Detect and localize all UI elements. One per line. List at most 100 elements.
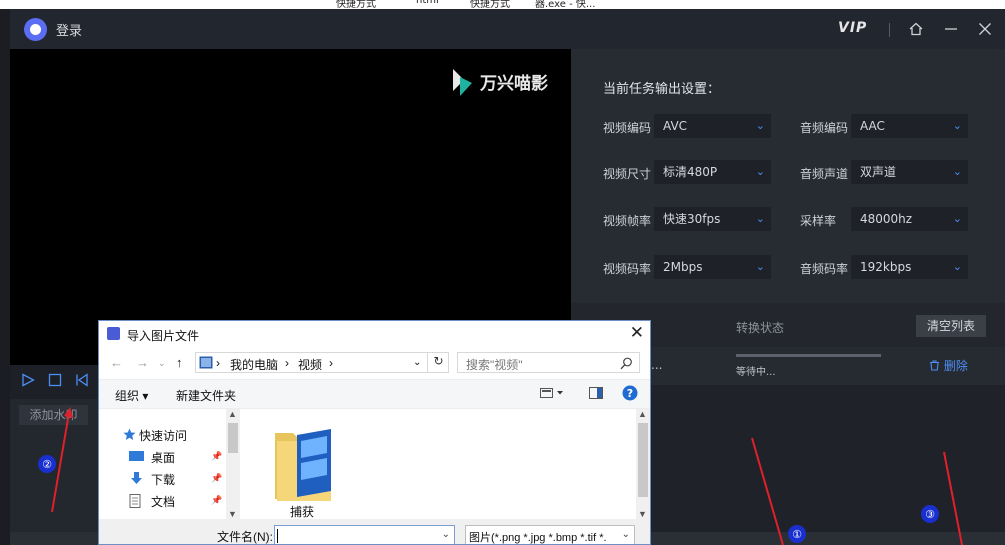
search-placeholder: 搜索"视频" — [466, 358, 523, 372]
audio-bitrate-select[interactable]: 192kbps ⌄ — [851, 255, 968, 279]
app-logo-icon[interactable] — [24, 18, 47, 41]
scroll-up-icon[interactable]: ▲ — [638, 409, 647, 419]
folder-label[interactable]: 捕获 — [290, 503, 314, 520]
video-codec-value: AVC — [663, 119, 688, 133]
chevron-down-icon[interactable]: ⌄ — [442, 529, 450, 540]
new-folder-button[interactable]: 新建文件夹 — [176, 387, 236, 404]
scrollbar-thumb[interactable] — [638, 423, 648, 497]
dialog-toolbar: 组织 ▾ 新建文件夹 ? — [99, 379, 650, 409]
chevron-down-icon: ⌄ — [952, 165, 962, 178]
frame-rate-value: 快速30fps — [663, 212, 721, 226]
minimize-icon[interactable] — [940, 18, 962, 40]
video-codec-select[interactable]: AVC ⌄ — [654, 114, 771, 138]
file-list: 捕获 — [240, 409, 636, 519]
settings-title: 当前任务输出设置： — [603, 82, 721, 97]
star-icon — [123, 428, 138, 440]
chevron-down-icon[interactable]: ⌄ — [413, 357, 421, 368]
add-watermark-button[interactable]: 添加水印 — [19, 405, 88, 425]
chevron-down-icon: ⌄ — [621, 529, 630, 540]
sample-rate-select[interactable]: 48000hz ⌄ — [851, 207, 968, 231]
background-text: 器.exe - 快... — [535, 0, 596, 9]
chevron-down-icon[interactable]: ⌄ — [158, 358, 166, 369]
divider — [889, 23, 890, 37]
trash-icon — [930, 360, 939, 371]
navigation-bar: ← → ⌄ ↑ › 我的电脑 › 视频 › ⌄ ↻ 搜索"视频" — [99, 349, 650, 377]
preview-pane-icon[interactable] — [589, 387, 603, 402]
stop-icon[interactable] — [48, 373, 62, 391]
chevron-down-icon: ⌄ — [755, 260, 765, 273]
breadcrumb-separator: › — [329, 356, 333, 370]
sample-rate-value: 48000hz — [860, 212, 913, 226]
video-bitrate-select[interactable]: 2Mbps ⌄ — [654, 255, 771, 279]
brand-name: 万兴喵影 — [480, 74, 548, 94]
scrollbar-thumb[interactable] — [228, 423, 238, 453]
play-icon[interactable] — [21, 373, 35, 391]
sidebar-item-label: 桌面 — [151, 451, 176, 465]
organize-menu[interactable]: 组织 ▾ — [115, 387, 148, 404]
audio-codec-label: 音频编码 — [800, 121, 849, 135]
search-input[interactable]: 搜索"视频" — [457, 352, 640, 373]
dialog-title-bar: 导入图片文件 ✕ — [99, 321, 650, 347]
address-bar[interactable]: › 我的电脑 › 视频 › ⌄ — [195, 352, 449, 373]
navigation-pane: 快速访问 桌面 下载 文档 📌 📌 📌 — [99, 409, 240, 519]
audio-codec-value: AAC — [860, 119, 885, 133]
delete-button[interactable]: 删除 — [929, 357, 968, 374]
breadcrumb-my-computer[interactable]: 我的电脑 — [230, 356, 278, 373]
forward-icon[interactable]: → — [136, 355, 149, 370]
video-size-select[interactable]: 标清480P ⌄ — [654, 160, 771, 184]
chevron-down-icon: ⌄ — [952, 119, 962, 132]
audio-channel-value: 双声道 — [860, 165, 897, 179]
desktop-icon — [129, 450, 144, 462]
close-icon[interactable]: ✕ — [630, 323, 644, 343]
breadcrumb-separator: › — [216, 356, 220, 370]
chevron-down-icon: ⌄ — [755, 119, 765, 132]
scroll-down-icon[interactable]: ▼ — [228, 509, 237, 519]
pin-icon[interactable]: 📌 — [211, 495, 222, 506]
sidebar-item-label: 文档 — [151, 495, 176, 509]
audio-bitrate-value: 192kbps — [860, 260, 912, 274]
audio-codec-select[interactable]: AAC ⌄ — [851, 114, 968, 138]
video-size-value: 标清480P — [663, 165, 718, 179]
back-icon[interactable]: ← — [110, 355, 123, 370]
folder-icon[interactable] — [273, 423, 333, 503]
refresh-icon[interactable]: ↻ — [427, 352, 449, 373]
help-icon[interactable]: ? — [622, 385, 638, 404]
audio-bitrate-label: 音频码率 — [800, 262, 849, 276]
breadcrumb-videos[interactable]: 视频 — [298, 356, 322, 373]
pin-icon[interactable]: 📌 — [211, 451, 222, 462]
file-type-select[interactable]: 图片(*.png *.jpg *.bmp *.tif *. ⌄ — [465, 525, 635, 544]
dialog-title: 导入图片文件 — [127, 329, 200, 343]
progress-bar — [736, 354, 881, 357]
background-text: 快捷方式 — [470, 0, 510, 9]
file-type-value: 图片(*.png *.jpg *.bmp *.tif *. — [469, 532, 607, 544]
audio-channel-select[interactable]: 双声道 ⌄ — [851, 160, 968, 184]
up-icon[interactable]: ↑ — [176, 355, 183, 370]
svg-text:?: ? — [627, 387, 633, 400]
scroll-down-icon[interactable]: ▼ — [638, 509, 647, 519]
view-options-icon[interactable] — [540, 387, 564, 402]
filename-label: 文件名(N): — [217, 530, 273, 544]
delete-label: 删除 — [943, 359, 968, 373]
scroll-up-icon[interactable]: ▲ — [228, 409, 237, 419]
pin-icon[interactable]: 📌 — [211, 473, 222, 484]
sample-rate-label: 采样率 — [800, 214, 837, 228]
text-caret — [277, 529, 278, 543]
breadcrumb-separator: › — [285, 356, 289, 370]
sidebar-scrollbar[interactable]: ▲ ▼ — [226, 409, 240, 519]
close-icon[interactable] — [974, 18, 996, 40]
download-icon — [129, 472, 144, 484]
file-list-scrollbar[interactable]: ▲ ▼ — [636, 409, 650, 519]
home-icon[interactable] — [905, 18, 927, 40]
import-image-dialog: 导入图片文件 ✕ ← → ⌄ ↑ › 我的电脑 › 视频 › ⌄ ↻ 搜索"视频… — [98, 320, 651, 545]
task-status: 等待中... — [736, 367, 776, 378]
vip-button[interactable]: VIP — [838, 20, 867, 36]
filename-input[interactable]: ⌄ — [274, 525, 455, 544]
previous-frame-icon[interactable] — [75, 373, 89, 391]
task-name: ... — [651, 358, 663, 372]
login-link[interactable]: 登录 — [56, 20, 82, 39]
chevron-down-icon: ⌄ — [755, 212, 765, 225]
video-folder-icon — [199, 356, 213, 369]
clear-list-button[interactable]: 清空列表 — [916, 315, 986, 337]
frame-rate-select[interactable]: 快速30fps ⌄ — [654, 207, 771, 231]
document-icon — [129, 494, 144, 508]
